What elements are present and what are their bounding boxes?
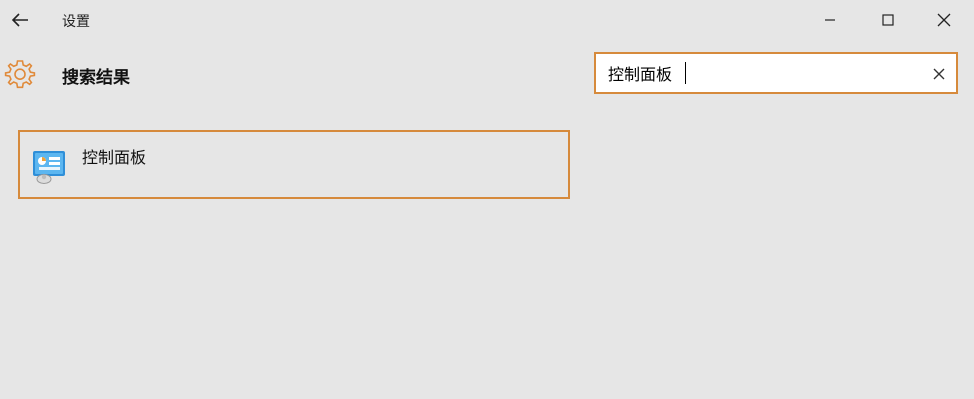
minimize-button[interactable] [810,4,850,36]
clear-search-button[interactable] [926,61,952,87]
gear-icon [4,58,36,90]
clear-icon [933,68,945,80]
app-title: 设置 [62,14,90,30]
arrow-left-icon [11,13,28,27]
title-bar: 设置 [0,0,974,40]
settings-window: 设置 搜索结果 控制面板 控制面板 [0,0,974,399]
minimize-icon [825,19,835,21]
text-caret [685,62,686,84]
page-title: 搜索结果 [62,68,130,88]
close-icon [937,13,951,27]
close-button[interactable] [924,4,964,36]
control-panel-icon [30,146,70,186]
maximize-icon [882,14,894,26]
search-input[interactable] [608,61,908,85]
search-result-control-panel[interactable]: 控制面板 [18,130,570,199]
maximize-button[interactable] [868,4,908,36]
search-box[interactable] [594,52,958,94]
back-button[interactable] [4,4,36,36]
result-label: 控制面板 [82,148,147,167]
